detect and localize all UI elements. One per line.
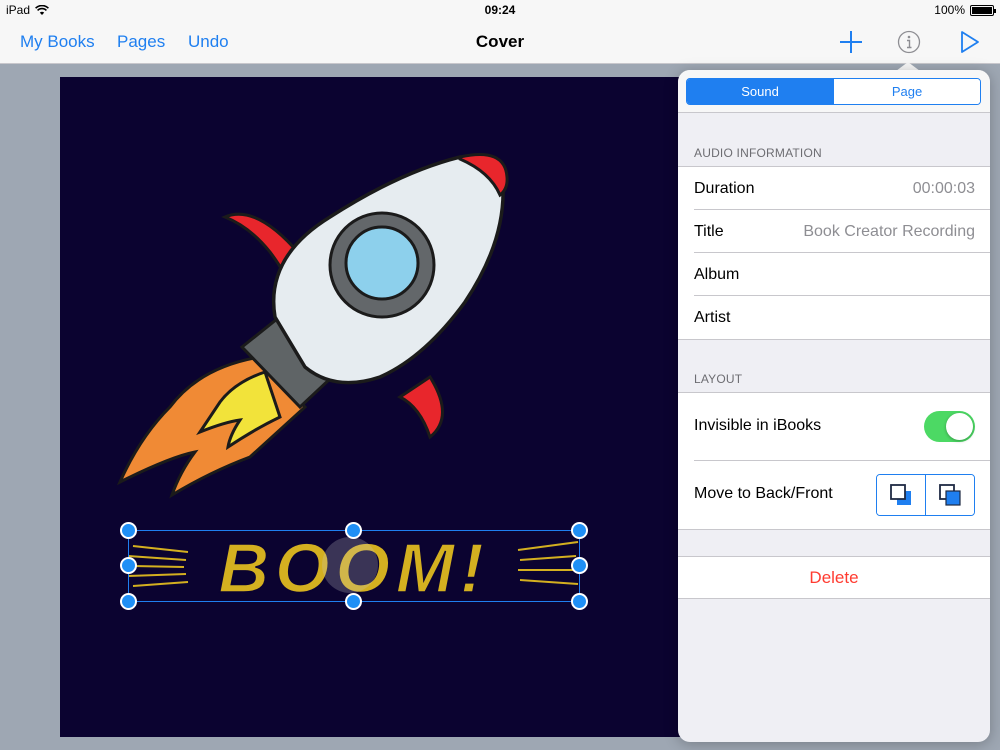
- invisible-in-ibooks-label: Invisible in iBooks: [694, 417, 822, 434]
- move-to-back-front-label: Move to Back/Front: [694, 485, 833, 502]
- toggle-knob: [946, 413, 973, 440]
- plus-icon[interactable]: [837, 28, 865, 56]
- invisible-in-ibooks-row: Invisible in iBooks: [694, 393, 990, 461]
- title-label: Title: [694, 223, 724, 240]
- status-time: 09:24: [484, 3, 516, 17]
- resize-handle-bottom-left[interactable]: [120, 593, 137, 610]
- resize-handle-bottom[interactable]: [345, 593, 362, 610]
- send-to-back-icon: [890, 484, 911, 505]
- tab-sound[interactable]: Sound: [687, 79, 833, 104]
- play-icon[interactable]: [955, 28, 983, 56]
- audio-information-header: AUDIO INFORMATION: [694, 146, 822, 160]
- resize-handle-top-left[interactable]: [120, 522, 137, 539]
- resize-handle-top[interactable]: [345, 522, 362, 539]
- resize-handle-left[interactable]: [120, 557, 137, 574]
- status-bar: iPad 09:24 100%: [0, 0, 1000, 20]
- layout-header: LAYOUT: [694, 372, 743, 386]
- battery-percent: 100%: [934, 3, 965, 17]
- inspector-segmented-control: Sound Page: [686, 78, 981, 105]
- rocket-illustration[interactable]: [60, 77, 700, 737]
- info-icon[interactable]: [895, 28, 923, 56]
- popover-header: Sound Page: [678, 70, 990, 113]
- delete-button[interactable]: Delete: [678, 556, 990, 599]
- layout-group: Invisible in iBooks Move to Back/Front: [678, 392, 990, 530]
- book-page-canvas[interactable]: BOOM!: [60, 77, 700, 737]
- duration-row: Duration 00:00:03: [694, 167, 990, 210]
- status-right: 100%: [934, 3, 996, 17]
- audio-information-group: Duration 00:00:03 Title Book Creator Rec…: [678, 166, 990, 340]
- artist-row[interactable]: Artist: [694, 296, 990, 339]
- duration-value: 00:00:03: [912, 180, 975, 197]
- tab-page[interactable]: Page: [833, 79, 980, 104]
- resize-handle-top-right[interactable]: [571, 522, 588, 539]
- inspector-popover: Sound Page AUDIO INFORMATION Duration 00…: [678, 70, 990, 742]
- bring-to-front-button[interactable]: [925, 475, 974, 515]
- selection-frame: [128, 530, 580, 602]
- battery-icon: [970, 4, 996, 16]
- resize-handle-bottom-right[interactable]: [571, 593, 588, 610]
- send-to-back-button[interactable]: [877, 475, 925, 515]
- artist-label: Artist: [694, 309, 731, 326]
- resize-handle-right[interactable]: [571, 557, 588, 574]
- album-label: Album: [694, 266, 740, 283]
- duration-label: Duration: [694, 180, 755, 197]
- navigation-bar: My Books Pages Undo Cover: [0, 20, 1000, 64]
- arrange-control: [876, 474, 975, 516]
- album-row[interactable]: Album: [694, 253, 990, 296]
- move-to-back-front-row: Move to Back/Front: [694, 461, 990, 529]
- invisible-in-ibooks-toggle[interactable]: [924, 411, 975, 442]
- bring-to-front-icon: [939, 484, 961, 506]
- title-field[interactable]: Book Creator Recording: [803, 223, 975, 241]
- title-row[interactable]: Title Book Creator Recording: [694, 210, 990, 253]
